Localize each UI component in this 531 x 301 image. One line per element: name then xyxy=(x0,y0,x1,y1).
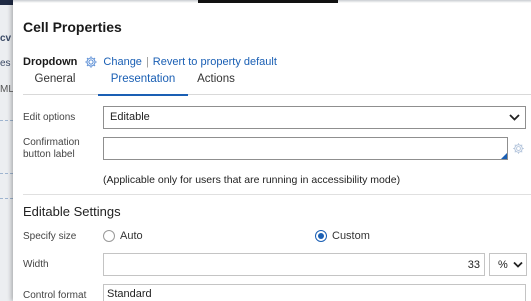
tab-general[interactable]: General xyxy=(34,73,76,95)
gear-icon[interactable] xyxy=(512,142,525,155)
control-format-label: Control format xyxy=(23,290,87,301)
background-divider xyxy=(0,198,13,199)
confirmation-button-label-input[interactable] xyxy=(103,137,508,160)
link-separator: | xyxy=(145,56,149,68)
background-fragment: es xyxy=(0,58,11,69)
width-unit-value: % xyxy=(498,259,508,271)
dialog-top-accent xyxy=(198,0,338,3)
background-divider xyxy=(0,173,13,174)
edit-options-select[interactable]: Editable xyxy=(103,106,526,129)
chevron-down-icon xyxy=(509,114,520,121)
accessibility-hint: (Applicable only for users that are runn… xyxy=(103,174,401,186)
section-divider xyxy=(23,194,531,195)
size-custom-radio[interactable]: Custom xyxy=(315,229,370,243)
gear-icon[interactable] xyxy=(84,55,98,69)
confirmation-label: Confirmation button label xyxy=(23,137,80,161)
width-label: Width xyxy=(23,259,49,270)
size-custom-label: Custom xyxy=(332,230,370,242)
control-type-row: Dropdown Change | Revert to property def… xyxy=(23,55,277,69)
editable-settings-heading: Editable Settings xyxy=(23,204,121,219)
revert-to-default-link[interactable]: Revert to property default xyxy=(153,56,277,68)
size-auto-label: Auto xyxy=(120,230,143,242)
background-page: cv es ML xyxy=(0,0,13,301)
width-unit-select[interactable]: % xyxy=(489,253,527,276)
chevron-down-icon xyxy=(513,261,523,268)
resize-handle-icon[interactable] xyxy=(501,153,507,159)
radio-circle-icon[interactable] xyxy=(103,230,115,242)
specify-size-label: Specify size xyxy=(23,231,77,242)
background-header-bar xyxy=(0,0,13,5)
tab-actions[interactable]: Actions xyxy=(191,73,241,95)
edit-options-label: Edit options xyxy=(23,112,76,123)
edit-options-value: Editable xyxy=(110,111,150,123)
radio-checked-icon[interactable] xyxy=(315,230,327,242)
control-type-label: Dropdown xyxy=(23,56,78,68)
background-divider xyxy=(0,120,13,121)
background-fragment: cv xyxy=(0,33,12,44)
tab-presentation[interactable]: Presentation xyxy=(98,73,188,96)
control-format-input[interactable]: Standard xyxy=(103,284,526,301)
tab-bar: General Presentation Actions xyxy=(23,71,531,96)
width-input[interactable]: 33 xyxy=(103,253,485,276)
size-auto-radio[interactable]: Auto xyxy=(103,229,143,243)
background-fragment: ML xyxy=(0,84,13,95)
confirmation-label-line: Confirmation xyxy=(23,137,80,148)
confirmation-label-line: button label xyxy=(23,149,75,160)
cell-properties-dialog: Cell Properties Dropdown Change | Revert… xyxy=(13,0,531,301)
change-control-link[interactable]: Change xyxy=(103,56,142,68)
dialog-title: Cell Properties xyxy=(23,19,122,35)
